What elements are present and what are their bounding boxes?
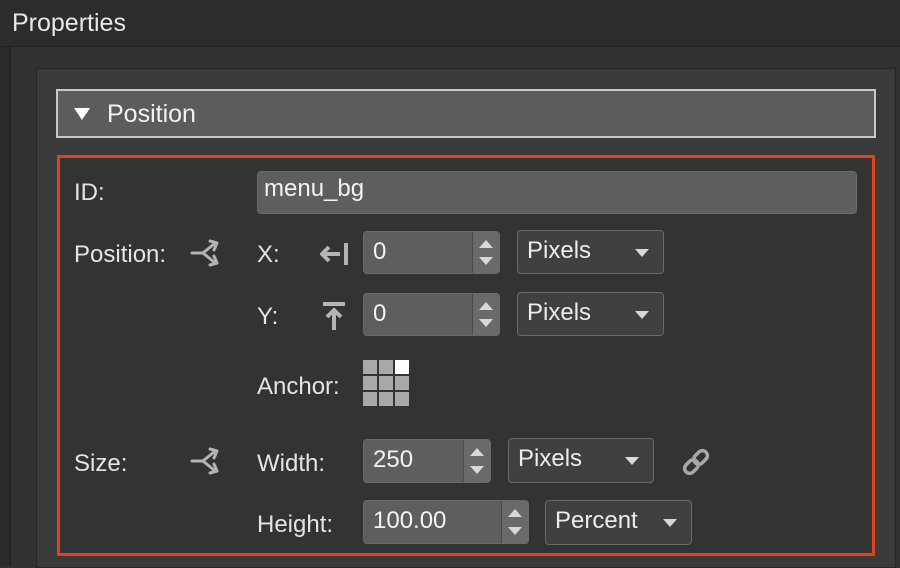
height-unit-value: Percent	[555, 507, 638, 534]
x-stepper[interactable]: 0	[363, 231, 500, 274]
height-stepper-arrows[interactable]	[501, 501, 528, 543]
id-field[interactable]: menu_bg	[257, 171, 857, 214]
increment-icon[interactable]	[470, 448, 484, 456]
position-label: Position:	[74, 241, 167, 268]
decrement-icon[interactable]	[479, 257, 493, 265]
split-arrow-icon[interactable]	[190, 446, 224, 476]
y-label: Y:	[257, 303, 279, 330]
position-section-header[interactable]: Position	[56, 89, 876, 138]
height-label: Height:	[257, 511, 334, 538]
split-arrow-icon[interactable]	[190, 238, 224, 268]
anchor-cell[interactable]	[379, 392, 393, 406]
y-value: 0	[373, 300, 387, 327]
height-unit-select[interactable]: Percent	[545, 500, 692, 545]
decrement-icon[interactable]	[479, 319, 493, 327]
anchor-cell[interactable]	[363, 376, 377, 390]
anchor-cell[interactable]	[395, 376, 409, 390]
width-unit-value: Pixels	[518, 445, 583, 472]
x-stepper-arrows[interactable]	[472, 232, 499, 273]
width-label: Width:	[257, 450, 326, 477]
x-label: X:	[257, 241, 280, 268]
panel-title: Properties	[12, 9, 126, 37]
left-gutter	[0, 47, 11, 566]
decrement-icon[interactable]	[508, 527, 522, 535]
id-value: menu_bg	[264, 175, 365, 202]
anchor-cell[interactable]	[363, 392, 377, 406]
increment-icon[interactable]	[479, 302, 493, 310]
anchor-cell[interactable]	[395, 392, 409, 406]
anchor-cell-selected[interactable]	[395, 360, 409, 374]
decrement-icon[interactable]	[470, 466, 484, 474]
anchor-cell[interactable]	[379, 360, 393, 374]
properties-header: Properties	[0, 0, 900, 47]
height-value: 100.00	[373, 507, 447, 534]
triangle-down-icon[interactable]	[74, 108, 90, 120]
chain-link-icon[interactable]	[680, 446, 712, 478]
anchor-cell[interactable]	[363, 360, 377, 374]
position-section-content	[57, 155, 875, 556]
increment-icon[interactable]	[508, 509, 522, 517]
increment-icon[interactable]	[479, 240, 493, 248]
y-unit-select[interactable]: Pixels	[517, 292, 664, 336]
align-left-icon	[320, 243, 348, 265]
x-unit-value: Pixels	[527, 237, 592, 264]
width-unit-select[interactable]: Pixels	[508, 438, 654, 483]
width-stepper[interactable]: 250	[363, 439, 491, 483]
height-stepper[interactable]: 100.00	[363, 500, 529, 544]
width-value: 250	[373, 446, 414, 473]
chevron-down-icon	[663, 519, 677, 527]
width-stepper-arrows[interactable]	[463, 440, 490, 482]
size-label: Size:	[74, 450, 128, 477]
chevron-down-icon	[635, 249, 649, 257]
anchor-label: Anchor:	[257, 373, 340, 400]
section-title: Position	[107, 100, 196, 128]
anchor-grid-icon[interactable]	[363, 360, 409, 408]
y-unit-value: Pixels	[527, 299, 592, 326]
chevron-down-icon	[625, 457, 639, 465]
anchor-cell[interactable]	[379, 376, 393, 390]
chevron-down-icon	[635, 311, 649, 319]
x-unit-select[interactable]: Pixels	[517, 230, 664, 274]
align-top-icon	[323, 302, 345, 330]
id-label: ID:	[74, 179, 105, 206]
y-stepper-arrows[interactable]	[472, 294, 499, 335]
y-stepper[interactable]: 0	[363, 293, 500, 336]
x-value: 0	[373, 238, 387, 265]
